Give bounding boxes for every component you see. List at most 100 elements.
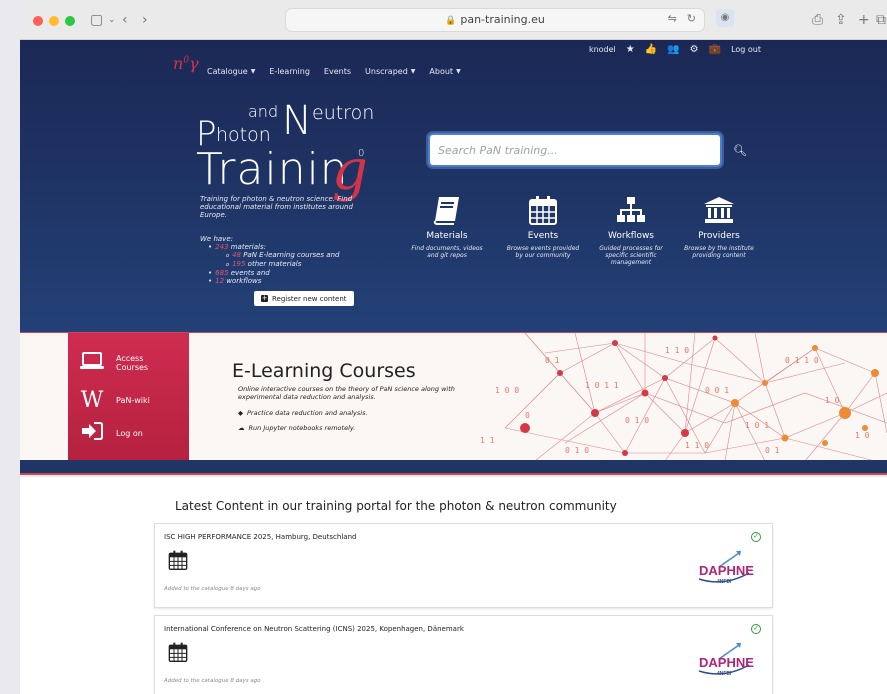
provider-sub: 4NFDI: [717, 671, 732, 677]
star-icon[interactable]: ★: [626, 44, 635, 55]
calendar-icon: [168, 550, 188, 574]
site-header: n0γ Catalogue ▼ E-learning Events Unscrap…: [20, 40, 887, 332]
elearning-banner: 1 0 0 0 1 1 0 1 1 0 1 0 1 1 0 0 0 1 1 0 1 0 1…: [20, 332, 887, 461]
event-title[interactable]: International Conference on Neutron Scat…: [164, 625, 464, 633]
category-providers[interactable]: Providers Browse by the institute provid…: [679, 190, 759, 259]
caret-down-icon: ▼: [250, 68, 256, 75]
extension-icon[interactable]: ◉: [716, 9, 734, 27]
wikipedia-icon: W: [80, 388, 104, 413]
event-card[interactable]: ISC HIGH PERFORMANCE 2025, Hamburg, Deut…: [154, 523, 773, 608]
sidebar-toggle-icon[interactable]: ▢: [90, 10, 103, 30]
back-icon[interactable]: ‹: [122, 10, 128, 30]
category-workflows[interactable]: Workflows Guided processes for specific …: [591, 190, 671, 266]
minimize-window-button[interactable]: [49, 16, 59, 26]
stats-list: We have: 243 materials: 48 PaN E-learnin…: [200, 235, 339, 285]
check-circle-icon: ✓: [751, 624, 761, 634]
events-count-link[interactable]: 685: [215, 269, 228, 277]
cube-icon: ◆: [238, 409, 243, 417]
svg-text:0 0 1: 0 0 1: [705, 386, 729, 395]
svg-text:0 1 1 0: 0 1 1 0: [785, 356, 819, 365]
workflows-count-link[interactable]: 12: [215, 277, 224, 285]
svg-text:0 1: 0 1: [765, 446, 780, 455]
search-input[interactable]: [430, 135, 720, 165]
lock-icon: 🔒: [445, 16, 457, 26]
access-courses-link[interactable]: Access Courses: [68, 351, 189, 375]
sign-in-icon: [68, 421, 116, 445]
section-title: Latest Content in our training portal fo…: [175, 499, 617, 513]
share-icon[interactable]: ⇪: [835, 10, 847, 30]
daphne-logo[interactable]: DAPHNE 4NFDI: [689, 637, 759, 677]
svg-text:1 0: 1 0: [855, 431, 870, 440]
main-nav: Catalogue ▼ E-learning Events Unscraped ▼ …: [207, 67, 461, 76]
check-circle-icon: ✓: [751, 532, 761, 542]
nav-about[interactable]: About ▼: [429, 67, 460, 76]
materials-count-link[interactable]: 243: [215, 243, 228, 251]
laptop-icon: [68, 351, 116, 375]
other-materials-count-link[interactable]: 195: [232, 260, 245, 268]
elearning-bullet: ◆ Practice data reduction and analysis.: [238, 409, 368, 417]
users-icon[interactable]: 👥: [667, 44, 679, 55]
zoom-window-button[interactable]: [65, 16, 75, 26]
new-tab-icon[interactable]: +: [858, 10, 870, 30]
site-title: and N eutron P hoton Trainin 0 g: [196, 98, 375, 203]
added-date: Added to the catalogue 8 days ago: [164, 586, 261, 592]
elearning-description: Online interactive courses on the theory…: [238, 385, 455, 401]
provider-name: DAPHNE: [699, 563, 754, 578]
username-link[interactable]: knodel: [589, 45, 616, 54]
register-content-button[interactable]: + Register new content: [254, 291, 354, 306]
logout-link[interactable]: Log out: [731, 45, 761, 54]
close-window-button[interactable]: [33, 16, 43, 26]
category-materials[interactable]: Materials Find documents, videos and git…: [407, 190, 487, 259]
nav-catalogue[interactable]: Catalogue ▼: [207, 67, 255, 76]
svg-text:1 0 1: 1 0 1: [745, 421, 769, 430]
caret-down-icon: ▼: [456, 68, 461, 75]
institution-icon: [679, 190, 759, 230]
provider-name: DAPHNE: [699, 655, 754, 670]
gear-icon[interactable]: ⚙: [690, 44, 699, 55]
log-on-link[interactable]: Log on: [68, 421, 189, 445]
jupyter-icon: ☁: [238, 424, 245, 432]
svg-text:1 0 1 1: 1 0 1 1: [585, 381, 619, 390]
briefcase-icon[interactable]: 💼: [709, 44, 721, 55]
svg-text:0: 0: [525, 411, 530, 420]
print-icon[interactable]: ⎙: [812, 10, 823, 30]
svg-text:1 0: 1 0: [825, 396, 840, 405]
daphne-logo[interactable]: DAPHNE 4NFDI: [689, 545, 759, 585]
calendar-icon: [168, 642, 188, 666]
search-box: [428, 133, 722, 167]
event-title[interactable]: ISC HIGH PERFORMANCE 2025, Hamburg, Deut…: [164, 533, 356, 541]
nav-events[interactable]: Events: [324, 67, 351, 76]
added-date: Added to the catalogue 8 days ago: [164, 678, 261, 684]
category-events[interactable]: Events Browse events provided by our com…: [503, 190, 583, 259]
nav-elearning[interactable]: E-learning: [269, 67, 310, 76]
elearning-title: E-Learning Courses: [232, 360, 416, 382]
browser-toolbar: ▢ ⌄ ‹ › 🔒 pan-training.eu ⇋ ↻ ◉ ⎙ ⇪ + ⧉: [20, 0, 887, 40]
svg-text:1 1: 1 1: [480, 436, 495, 445]
tagline: Training for photon & neutron science. F…: [200, 195, 353, 219]
pan-wiki-link[interactable]: W PaN-wiki: [68, 388, 189, 413]
address-bar[interactable]: 🔒 pan-training.eu ⇋ ↻: [285, 8, 705, 32]
elearning-sidebar: Access Courses W PaN-wiki Log on: [68, 333, 189, 461]
sitemap-icon: [591, 190, 671, 230]
svg-text:1 1 0: 1 1 0: [665, 346, 689, 355]
plus-icon: +: [261, 294, 268, 302]
reload-icon[interactable]: ↻: [687, 12, 696, 25]
url-text: pan-training.eu: [460, 13, 545, 26]
thumbs-up-icon[interactable]: 👍: [645, 44, 657, 55]
search-icon[interactable]: 🔍︎: [733, 144, 747, 157]
chevron-down-icon[interactable]: ⌄: [108, 10, 116, 30]
event-card[interactable]: International Conference on Neutron Scat…: [154, 615, 773, 694]
forward-icon[interactable]: ›: [142, 10, 148, 30]
provider-sub: 4NFDI: [717, 579, 732, 585]
translate-icon[interactable]: ⇋: [668, 12, 677, 25]
caret-down-icon: ▼: [410, 68, 416, 75]
site-logo[interactable]: n0γ: [173, 54, 199, 73]
svg-text:0 1 0: 0 1 0: [625, 416, 649, 425]
svg-text:1 1 0: 1 1 0: [685, 441, 709, 450]
book-icon: [407, 190, 487, 230]
tab-overview-icon[interactable]: ⧉: [876, 10, 886, 30]
divider-strip: [20, 460, 887, 475]
nav-unscraped[interactable]: Unscraped ▼: [365, 67, 415, 76]
elearning-bullet: ☁ Run Jupyter notebooks remotely.: [238, 424, 356, 432]
elearning-count-link[interactable]: 48: [232, 251, 241, 259]
